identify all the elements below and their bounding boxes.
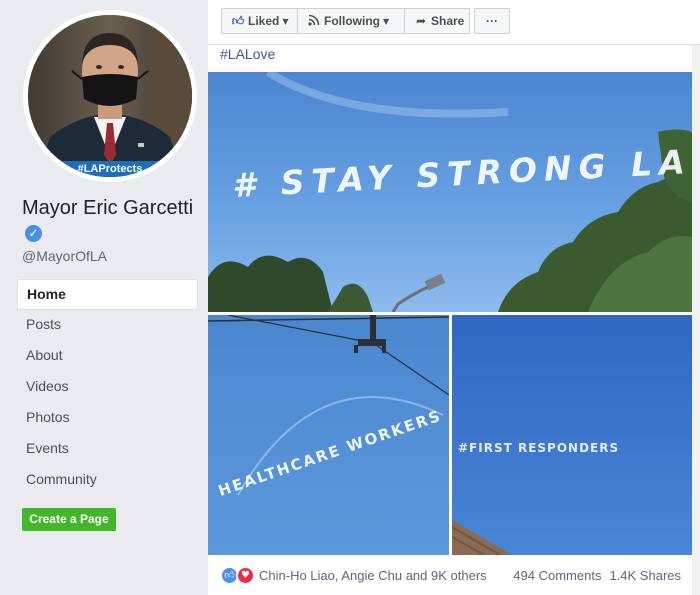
nav-item-posts[interactable]: Posts	[17, 310, 198, 341]
page-name[interactable]: Mayor Eric Garcetti ✓	[22, 196, 202, 244]
nav-item-about[interactable]: About	[17, 341, 198, 372]
page-action-bar: 👍︎ Liked ▼ Following ▼ ➦ Share ···	[208, 0, 700, 45]
reactions-bar: 👍︎ ♥ Chin-Ho Liao, Angie Chu and 9K othe…	[208, 558, 692, 595]
nav-item-videos[interactable]: Videos	[17, 372, 198, 403]
page-nav: Home Posts About Videos Photos Events Co…	[17, 279, 198, 496]
nav-item-home[interactable]: Home	[17, 279, 198, 310]
nav-item-events[interactable]: Events	[17, 434, 198, 465]
avatar[interactable]: #LAProtects	[28, 15, 192, 177]
thumbs-up-icon: 👍︎	[231, 14, 245, 28]
chevron-down-icon: ▼	[383, 17, 390, 26]
chevron-down-icon: ▼	[282, 17, 289, 26]
more-options-button[interactable]: ···	[474, 8, 510, 34]
nav-item-community[interactable]: Community	[17, 465, 198, 496]
share-label: Share	[431, 14, 465, 28]
post-hashtag-link[interactable]: #LALove	[220, 46, 275, 62]
nav-item-photos[interactable]: Photos	[17, 403, 198, 434]
engagement-counts: 494 Comments 1.4K Shares	[513, 568, 681, 583]
post-photo-first-responders[interactable]: #FIRST RESPONDERS	[452, 315, 692, 555]
scrollbar[interactable]	[692, 45, 700, 595]
liked-label: Liked	[248, 14, 280, 28]
reactions-summary-link[interactable]: Chin-Ho Liao, Angie Chu and 9K others	[259, 568, 487, 583]
page-name-text[interactable]: Mayor Eric Garcetti	[22, 197, 193, 219]
liked-button[interactable]: 👍︎ Liked ▼	[221, 8, 298, 34]
reaction-icons[interactable]: 👍︎ ♥	[220, 566, 260, 586]
more-options-icon: ···	[486, 14, 498, 28]
following-label: Following	[324, 14, 380, 28]
left-column: #LAProtects Mayor Eric Garcetti ✓ @MayorO…	[0, 0, 208, 595]
create-page-button[interactable]: Create a Page	[22, 508, 116, 531]
share-button[interactable]: ➦ Share	[404, 8, 470, 34]
profile-picture-frame[interactable]: #LAProtects	[23, 10, 197, 182]
love-reaction-icon: ♥	[236, 566, 255, 585]
avatar-banner-label: #LAProtects	[77, 163, 143, 175]
post-photo-stay-strong[interactable]: # STAY STRONG LA	[208, 72, 692, 312]
rss-feed-icon	[306, 9, 322, 33]
post-card: #LALove # STAY STRONG LA HEALTHCARE WORK…	[208, 45, 700, 595]
comments-count-link[interactable]: 494 Comments	[513, 568, 601, 583]
share-arrow-icon: ➦	[415, 14, 427, 28]
post-photo-healthcare-workers[interactable]: HEALTHCARE WORKERS	[208, 315, 449, 555]
page-handle[interactable]: @MayorOfLA	[22, 248, 107, 264]
following-button[interactable]: Following ▼	[297, 8, 405, 34]
shares-count-link[interactable]: 1.4K Shares	[609, 568, 681, 583]
skywriting-text-3: #FIRST RESPONDERS	[458, 441, 620, 455]
verified-check-icon: ✓	[25, 225, 42, 242]
